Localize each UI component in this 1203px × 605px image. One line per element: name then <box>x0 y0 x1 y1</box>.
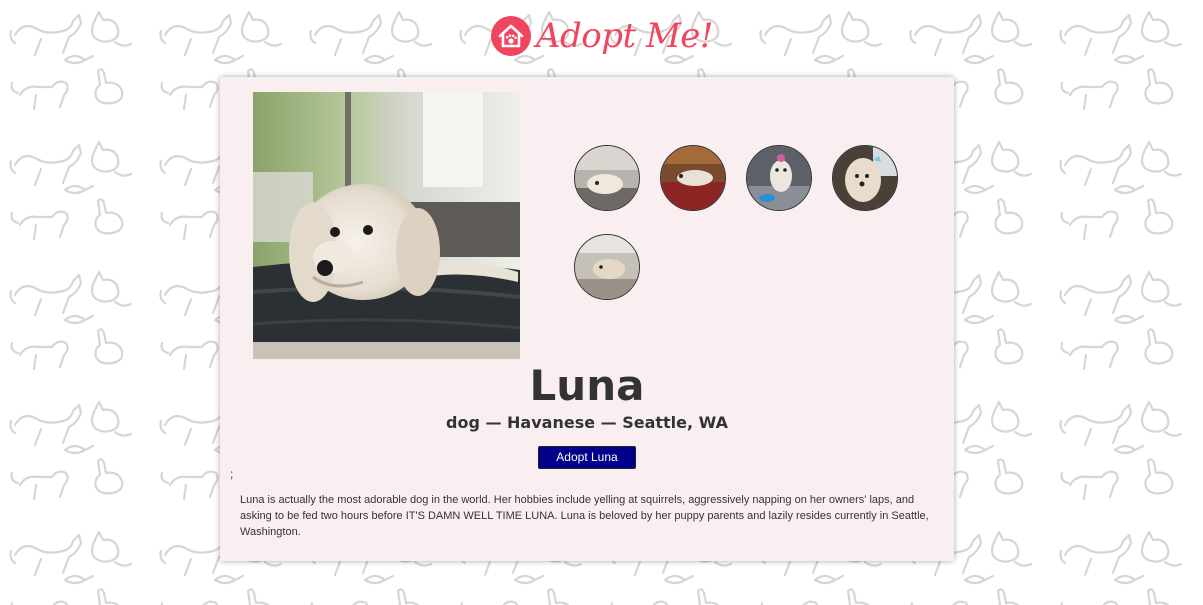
thumbnail-5[interactable] <box>574 234 640 300</box>
adopt-button[interactable]: Adopt Luna <box>538 446 636 469</box>
thumbnail-2[interactable] <box>660 145 726 211</box>
brand-title: Adopt Me! <box>535 16 714 56</box>
pet-description: Luna is actually the most adorable dog i… <box>240 494 929 538</box>
home-link[interactable]: Adopt Me! <box>490 15 714 57</box>
thumbnail-3[interactable] <box>746 145 812 211</box>
pet-details-card: Luna dog — Havanese — Seattle, WA Adopt … <box>220 77 954 561</box>
pet-name: Luna <box>529 361 645 410</box>
stray-text: ; <box>230 467 234 481</box>
thumbnail-4[interactable] <box>832 145 898 211</box>
hero-pet-photo <box>253 92 520 359</box>
house-paw-logo-icon <box>490 15 532 57</box>
thumbnail-1[interactable] <box>574 145 640 211</box>
pet-details: dog — Havanese — Seattle, WA <box>446 413 728 432</box>
site-header: Adopt Me! <box>0 8 1203 64</box>
